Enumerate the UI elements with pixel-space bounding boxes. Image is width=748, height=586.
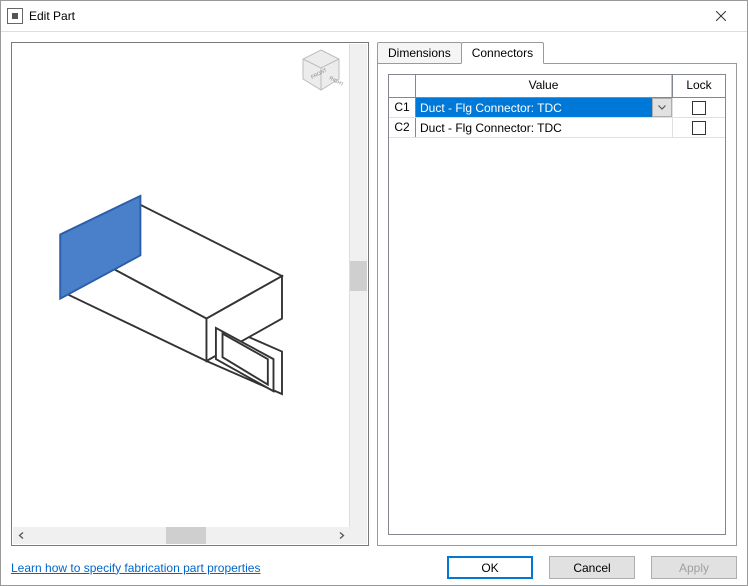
cell-lock — [673, 98, 725, 117]
hscroll-right-button[interactable] — [333, 527, 350, 544]
duct-part-icon — [13, 44, 349, 527]
app-icon — [7, 8, 23, 24]
help-link[interactable]: Learn how to specify fabrication part pr… — [11, 561, 260, 575]
scroll-corner — [350, 527, 367, 544]
properties-panel: Dimensions Connectors Value Lock C1 — [377, 42, 737, 546]
preview-canvas[interactable]: FRONT RIGHT — [13, 44, 349, 527]
viewcube-icon: FRONT RIGHT — [299, 48, 343, 92]
svg-text:RIGHT: RIGHT — [328, 75, 343, 88]
grid-header: Value Lock — [389, 75, 725, 98]
grid-row-c1[interactable]: C1 Duct - Flg Connector: TDC — [389, 98, 725, 118]
edit-part-window: Edit Part — [0, 0, 748, 586]
cell-lock — [673, 118, 725, 137]
ok-button[interactable]: OK — [447, 556, 533, 579]
cell-value-text: Duct - Flg Connector: TDC — [416, 98, 652, 117]
window-title: Edit Part — [29, 9, 699, 23]
grid-header-rowcol — [389, 75, 416, 97]
titlebar: Edit Part — [1, 1, 747, 32]
hscroll-track[interactable] — [30, 527, 333, 544]
dialog-body: FRONT RIGHT — [1, 32, 747, 585]
close-button[interactable] — [699, 2, 743, 30]
tab-content-connectors: Value Lock C1 Duct - Flg Connector: TDC — [377, 63, 737, 546]
lock-checkbox[interactable] — [692, 101, 706, 115]
grid-body: C1 Duct - Flg Connector: TDC — [389, 98, 725, 534]
preview-panel: FRONT RIGHT — [11, 42, 369, 546]
viewcube[interactable]: FRONT RIGHT — [299, 48, 343, 92]
chevron-down-icon — [658, 105, 666, 110]
preview-hscrollbar[interactable] — [13, 527, 367, 544]
row-header: C2 — [389, 118, 416, 137]
tab-connectors[interactable]: Connectors — [461, 42, 544, 64]
value-dropdown-button[interactable] — [652, 98, 672, 117]
lock-checkbox[interactable] — [692, 121, 706, 135]
preview-vscrollbar[interactable] — [349, 44, 367, 527]
connectors-grid: Value Lock C1 Duct - Flg Connector: TDC — [388, 74, 726, 535]
preview-viewport[interactable]: FRONT RIGHT — [11, 42, 369, 546]
cell-value-text: Duct - Flg Connector: TDC — [416, 118, 672, 137]
hscroll-left-button[interactable] — [13, 527, 30, 544]
cell-value[interactable]: Duct - Flg Connector: TDC — [416, 118, 673, 137]
cancel-button[interactable]: Cancel — [549, 556, 635, 579]
hscroll-thumb[interactable] — [166, 527, 206, 544]
main-area: FRONT RIGHT — [1, 32, 747, 550]
grid-header-value[interactable]: Value — [416, 75, 672, 97]
dialog-footer: Learn how to specify fabrication part pr… — [1, 550, 747, 585]
tab-dimensions[interactable]: Dimensions — [377, 42, 462, 64]
grid-header-lock[interactable]: Lock — [672, 75, 725, 97]
apply-button[interactable]: Apply — [651, 556, 737, 579]
cell-value[interactable]: Duct - Flg Connector: TDC — [416, 98, 673, 117]
preview-vscroll-thumb[interactable] — [350, 261, 367, 291]
tab-strip: Dimensions Connectors — [377, 42, 737, 64]
close-icon — [716, 11, 726, 21]
grid-row-c2[interactable]: C2 Duct - Flg Connector: TDC — [389, 118, 725, 138]
row-header: C1 — [389, 98, 416, 117]
